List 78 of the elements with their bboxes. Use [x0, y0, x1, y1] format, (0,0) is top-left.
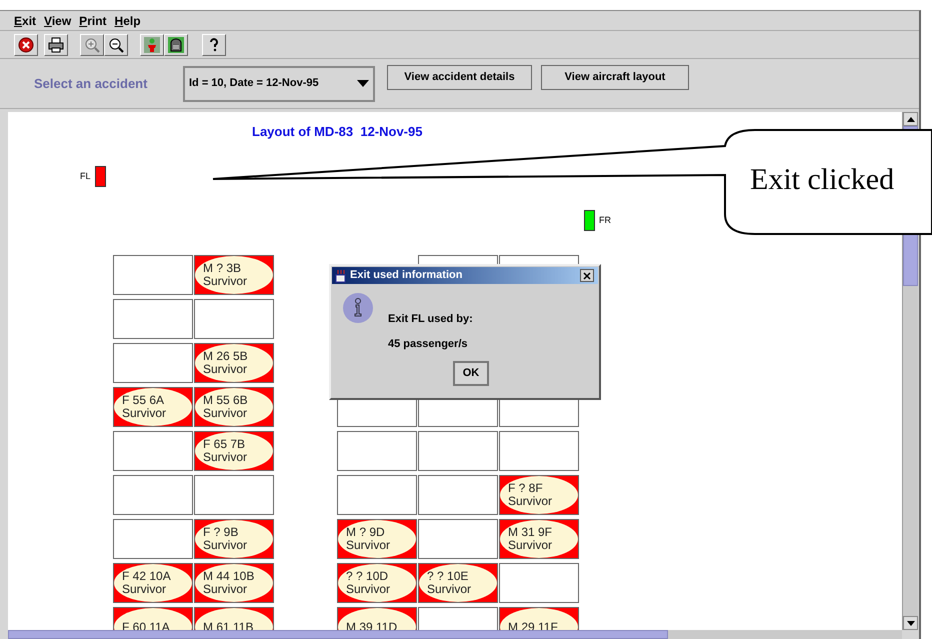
passenger-label: F ? 8F	[508, 482, 543, 495]
occupied-seat[interactable]: F 55 6A Survivor	[113, 387, 193, 427]
exit-marker[interactable]	[584, 210, 595, 231]
dialog-message: 45 passenger/s	[388, 336, 468, 352]
occupied-seat[interactable]: F ? 8F Survivor	[499, 475, 579, 515]
circle-x-icon	[18, 36, 34, 52]
dialog-message: Exit FL used by:	[388, 312, 473, 327]
menu-item[interactable]: Exit	[14, 12, 36, 30]
info-icon	[343, 293, 373, 323]
tombstone-button[interactable]	[164, 34, 188, 56]
exit-label: FR	[599, 214, 611, 227]
passenger-label: F 42 10A	[122, 570, 171, 583]
occupied-seat[interactable]: M ? 9D Survivor	[337, 519, 417, 559]
printer-button[interactable]	[44, 34, 68, 56]
occupied-seat[interactable]: M 55 6B Survivor	[194, 387, 274, 427]
passenger-status: Survivor	[427, 583, 472, 596]
passenger-status: Survivor	[346, 583, 390, 596]
passenger-label: ? ? 10E	[427, 570, 468, 583]
view-button[interactable]: View accident details	[387, 65, 532, 90]
person-button[interactable]	[140, 34, 164, 56]
passenger-status: Survivor	[122, 407, 166, 420]
passenger-status: Survivor	[346, 539, 390, 552]
passenger-status: Survivor	[203, 407, 248, 420]
occupied-seat[interactable]: F 42 10A Survivor	[113, 563, 193, 603]
passenger-label: M 31 9F	[508, 526, 552, 539]
zoom-out-button[interactable]	[104, 34, 128, 56]
occupied-seat[interactable]: M 26 5B Survivor	[194, 343, 274, 383]
dialog-title: Exit used information	[350, 268, 464, 284]
person-icon	[144, 36, 160, 52]
exit-label: FL	[80, 170, 91, 183]
passenger-label: F 65 7B	[203, 438, 246, 451]
passenger-label: F ? 9B	[203, 526, 238, 539]
passenger-status: Survivor	[203, 275, 248, 288]
occupied-seat[interactable]: ? ? 10D Survivor	[337, 563, 417, 603]
question-mark-button[interactable]	[202, 34, 226, 56]
menu-item[interactable]: View	[44, 12, 72, 30]
passenger-label: M 44 10B	[203, 570, 254, 583]
passenger-label: M ? 3B	[203, 262, 242, 275]
ok-button[interactable]: OK	[453, 361, 489, 386]
select-accident-label: Select an accident	[34, 74, 148, 93]
menu-item[interactable]: Help	[114, 12, 141, 30]
circle-x-button[interactable]	[14, 34, 38, 56]
passenger-label: M ? 9D	[346, 526, 385, 539]
tombstone-icon	[168, 36, 184, 52]
passenger-label: F 55 6A	[122, 394, 164, 407]
printer-icon	[48, 36, 64, 52]
passenger-label: ? ? 10D	[346, 570, 388, 583]
passenger-status: Survivor	[203, 583, 248, 596]
occupied-seat[interactable]: M ? 3B Survivor	[194, 255, 274, 295]
occupied-seat[interactable]: F ? 9B Survivor	[194, 519, 274, 559]
accident-dropdown[interactable]: Id = 10, Date = 12-Nov-95	[183, 66, 375, 102]
passenger-label: M 55 6B	[203, 394, 248, 407]
zoom-out-icon	[108, 36, 124, 52]
coffee-cup-icon	[334, 268, 348, 282]
occupied-seat[interactable]: F 65 7B Survivor	[194, 431, 274, 471]
scrollbar-thumb[interactable]	[8, 630, 668, 639]
layout-title: Layout of MD-83 12-Nov-95	[252, 123, 422, 141]
passenger-status: Survivor	[508, 495, 552, 508]
dropdown-arrow-icon	[357, 80, 369, 87]
occupied-seat[interactable]: ? ? 10E Survivor	[418, 563, 498, 603]
down-arrow-icon	[906, 620, 914, 626]
zoom-in-icon	[84, 36, 100, 52]
occupied-seat[interactable]: M 44 10B Survivor	[194, 563, 274, 603]
passenger-status: Survivor	[203, 539, 248, 552]
passenger-label: M 26 5B	[203, 350, 248, 363]
close-button[interactable]	[580, 269, 594, 282]
passenger-status: Survivor	[122, 583, 166, 596]
exit-marker[interactable]	[94, 166, 106, 187]
passenger-status: Survivor	[508, 539, 552, 552]
close-icon	[583, 272, 591, 280]
passenger-status: Survivor	[203, 363, 248, 376]
up-arrow-icon	[906, 116, 914, 122]
occupied-seat[interactable]: M 31 9F Survivor	[499, 519, 579, 559]
view-button[interactable]: View aircraft layout	[541, 65, 689, 90]
horizontal-scrollbar[interactable]	[8, 630, 902, 639]
passenger-status: Survivor	[203, 451, 248, 464]
callout-text: Exit clicked	[750, 162, 894, 198]
menu-item[interactable]: Print	[79, 12, 107, 30]
